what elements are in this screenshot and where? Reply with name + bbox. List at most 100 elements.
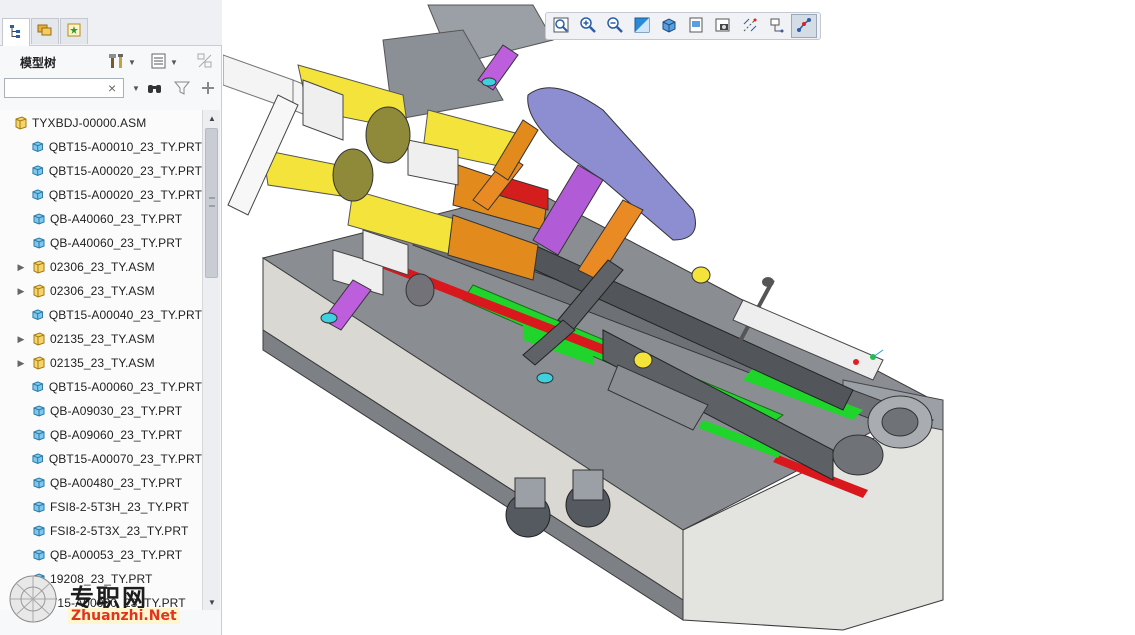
scroll-thumb[interactable] [205,128,218,278]
watermark-url: Zhuanzhi.Net [68,608,180,624]
expand-arrow-icon[interactable]: ▶ [14,286,28,297]
tree-item[interactable]: ▶ 02306_23_TY.ASM [0,279,202,303]
close-icon[interactable]: × [108,80,116,96]
tree-scrollbar[interactable]: ▲ ▼ [202,110,220,610]
tree-item[interactable]: ▶QB-A40060_23_TY.PRT [0,231,202,255]
tree-item[interactable]: ▶FSI8-2-5T3H_23_TY.PRT [0,495,202,519]
tree-item-label: QBT15-A00010_23_TY.PRT [48,140,202,154]
tree-item-label: QBT15-A00020_23_TY.PRT [48,188,202,202]
tree-item[interactable]: ▶QB-A40060_23_TY.PRT [0,207,202,231]
assembly-icon [32,260,46,274]
show-button[interactable]: ▼ [150,52,178,72]
add-icon [199,79,217,100]
panel-title: 模型树 [20,56,57,70]
part-icon [31,308,44,322]
part-icon [32,236,46,250]
datum-display-button[interactable] [737,14,763,38]
tree-item[interactable]: ▶QBT15-A00020_23_TY.PRT [0,183,202,207]
tree-item[interactable]: ▶ 02135_23_TY.ASM [0,351,202,375]
tree-item[interactable]: ▶QBT15-A00020_23_TY.PRT [0,159,202,183]
tree-item[interactable]: ▶QBT15-A00040_23_TY.PRT [0,303,202,327]
graphics-toolbar [545,12,821,40]
tab-favorites[interactable] [60,18,88,44]
part-icon [31,452,44,466]
watermark: 专职网 Zhuanzhi.Net [4,570,184,630]
expand-arrow-icon[interactable]: ▶ [14,358,28,369]
tree-item[interactable]: ▶QB-A09060_23_TY.PRT [0,423,202,447]
model-3d-view[interactable] [222,0,1135,635]
display-style-button[interactable] [656,14,682,38]
expand-arrow-icon[interactable]: ▶ [14,334,28,345]
tree-item-label: QB-A00053_23_TY.PRT [50,548,183,562]
view-manager-button[interactable] [710,14,736,38]
view-manager-icon [714,16,732,37]
tree-item-label: QBT15-A00070_23_TY.PRT [48,452,202,466]
logo-ball-icon [8,574,58,624]
scroll-down-arrow[interactable]: ▼ [203,594,221,610]
saved-views-button[interactable] [683,14,709,38]
tree-header: 模型树 ▼ ▼ [0,48,222,74]
display-style-icon [660,16,678,37]
part-icon [32,476,46,490]
tree-item-label: QB-A40060_23_TY.PRT [50,236,183,250]
tree-item[interactable]: ▶ 02306_23_TY.ASM [0,255,202,279]
tree-item-label: 02135_23_TY.ASM [50,356,155,370]
repaint-icon [633,16,651,37]
find-icon [146,79,164,100]
part-icon [32,500,46,514]
graphics-viewport[interactable] [222,0,1135,635]
tree-item-label: QBT15-A00060_23_TY.PRT [48,380,202,394]
settings-icon [108,52,126,73]
filter-button[interactable] [173,79,191,99]
model-tree: TYXBDJ-00000.ASM ▶QBT15-A00010_23_TY.PRT… [0,110,202,610]
refit-button[interactable] [548,14,574,38]
zoom-out-button[interactable] [602,14,628,38]
filter-visibility-button[interactable] [196,52,214,72]
model-tree-panel: 模型树 ▼ ▼ × ▼ TYXBDJ-00000.ASM QBT15-A0001… [0,0,222,635]
part-icon [32,212,46,226]
tree-item[interactable]: ▶FSI8-2-5T3X_23_TY.PRT [0,519,202,543]
tree-item-label: FSI8-2-5T3H_23_TY.PRT [50,500,190,514]
spin-center-icon [768,16,786,37]
annotation-display-button[interactable] [791,14,817,38]
find-button[interactable] [146,79,164,99]
model-tree-icon [8,23,24,42]
tree-item[interactable]: ▶QBT15-A00070_23_TY.PRT [0,447,202,471]
tab-folder-browser[interactable] [31,18,59,44]
part-icon [31,380,44,394]
tree-root[interactable]: TYXBDJ-00000.ASM [0,111,202,135]
expand-arrow-icon[interactable]: ▶ [14,262,28,273]
add-button[interactable] [199,79,217,99]
tree-item[interactable]: ▶QB-A00480_23_TY.PRT [0,471,202,495]
filter-visibility-icon [196,52,214,73]
assembly-icon [32,332,46,346]
datum-display-icon [741,16,759,37]
part-icon [31,164,44,178]
scroll-up-arrow[interactable]: ▲ [203,110,221,126]
part-icon [32,404,46,418]
part-icon [32,524,46,538]
tree-item[interactable]: ▶ 02135_23_TY.ASM [0,327,202,351]
saved-views-icon [687,16,705,37]
settings-button[interactable]: ▼ [108,52,136,72]
spin-center-button[interactable] [764,14,790,38]
tree-item[interactable]: ▶QB-A00053_23_TY.PRT [0,543,202,567]
tab-model-tree[interactable] [2,18,30,46]
zoom-in-button[interactable] [575,14,601,38]
repaint-button[interactable] [629,14,655,38]
tree-item[interactable]: ▶QB-A09030_23_TY.PRT [0,399,202,423]
folder-browser-icon [37,22,53,41]
tree-item-label: QBT15-A00020_23_TY.PRT [48,164,202,178]
search-input[interactable] [4,78,124,98]
tree-item-label: FSI8-2-5T3X_23_TY.PRT [50,524,189,538]
tree-item-label: 02306_23_TY.ASM [50,260,155,274]
zoom-out-icon [606,16,624,37]
tree-item[interactable]: ▶QBT15-A00010_23_TY.PRT [0,135,202,159]
part-icon [32,548,46,562]
tree-item-label: 02135_23_TY.ASM [50,332,155,346]
chevron-down-icon[interactable]: ▼ [132,84,140,93]
annotation-display-icon [795,16,813,37]
tree-item[interactable]: ▶QBT15-A00060_23_TY.PRT [0,375,202,399]
tree-item-label: QB-A00480_23_TY.PRT [50,476,183,490]
filter-icon [173,79,191,100]
